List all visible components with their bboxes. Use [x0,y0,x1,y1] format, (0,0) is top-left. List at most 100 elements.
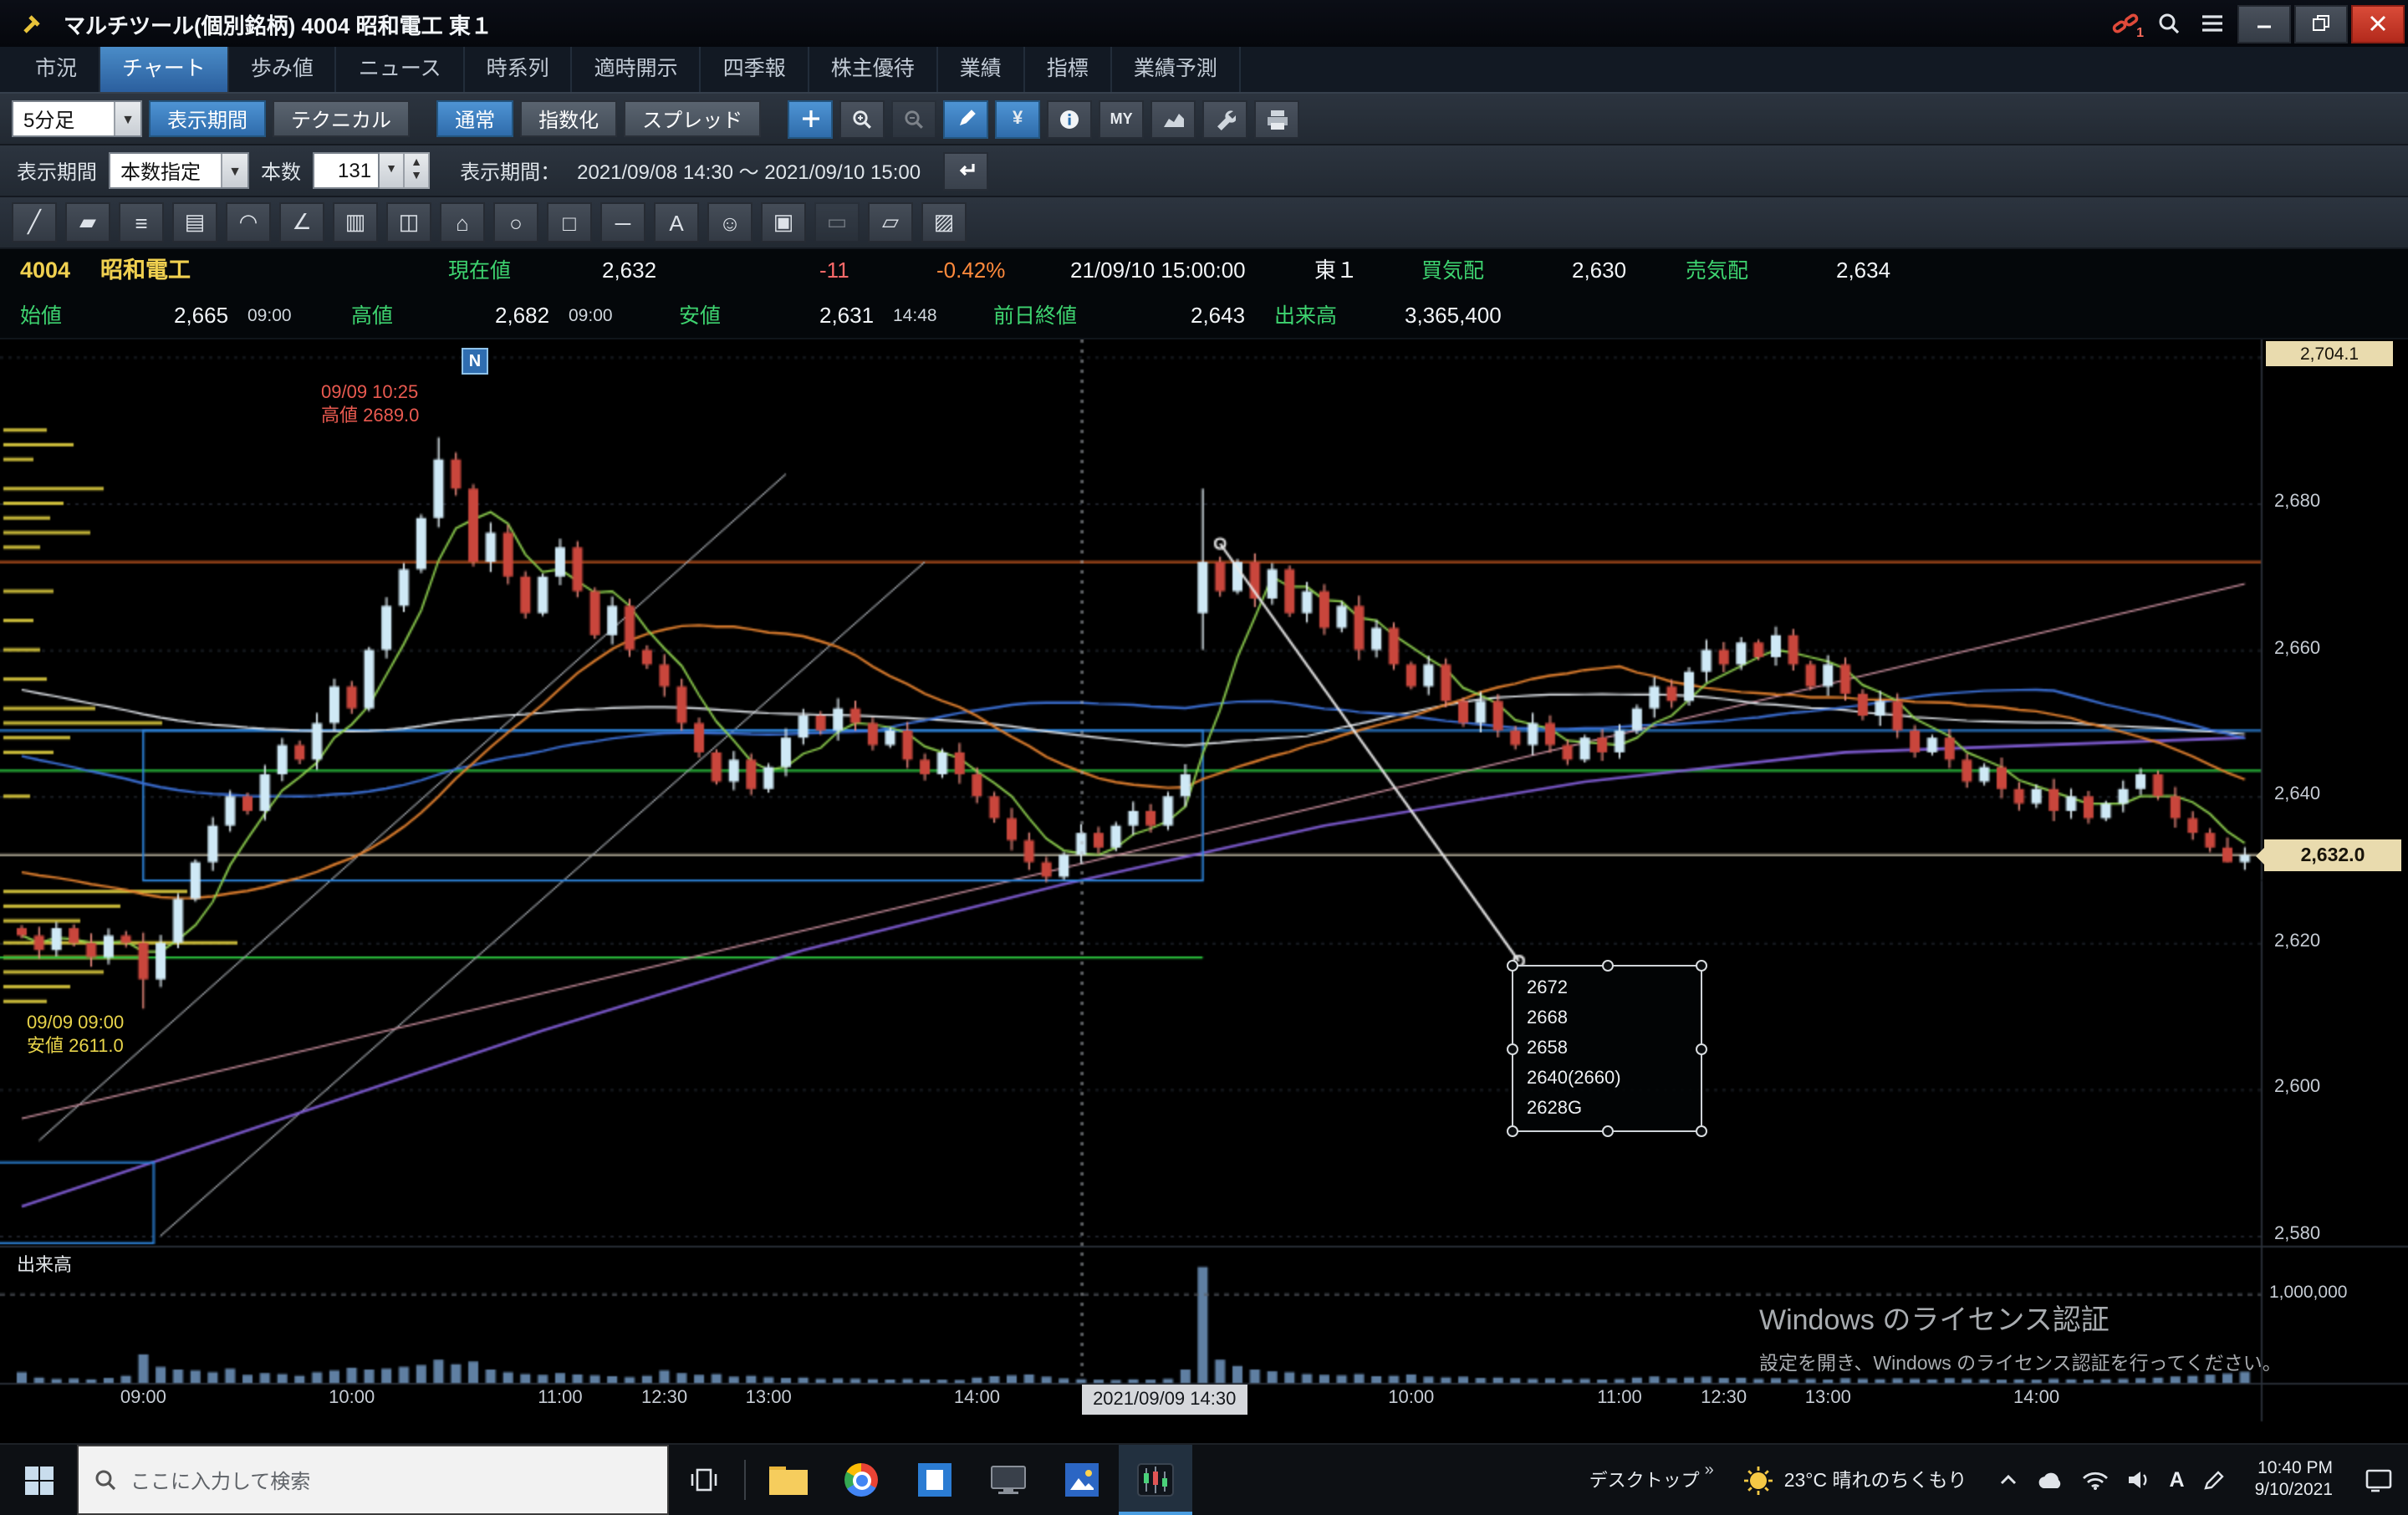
marker-pen-tool-button[interactable]: ▰ [65,202,110,242]
tab-earnings[interactable]: 業績 [938,47,1025,92]
link-badge: 1 [2136,25,2144,40]
stock-name: 昭和電工 [100,249,191,293]
taskbar-clock[interactable]: 10:40 PM 9/10/2021 [2240,1458,2348,1502]
interval-dropdown[interactable]: 5分足 ▼ [12,100,142,137]
interval-value: 5分足 [13,105,114,133]
hidden-icons-chevron[interactable] [1999,1473,2019,1487]
menu-icon[interactable] [2191,5,2234,42]
ellipse-tool-button[interactable]: ○ [493,202,538,242]
taskbar-app-document[interactable] [898,1445,972,1515]
x-axis-label: 14:00 [2013,1388,2059,1408]
count-mode-dropdown[interactable]: 本数指定 ▼ [109,152,249,189]
select-object-tool-button[interactable]: ▭ [814,202,860,242]
weather-widget[interactable]: 23°C 晴れのちくもり [1727,1466,1984,1494]
period-label: 表示期間 [17,156,97,185]
clear-all-tool-button[interactable]: ▨ [921,202,967,242]
taskbar-app-chrome[interactable] [824,1445,898,1515]
x-axis-label: 10:00 [329,1388,375,1408]
drawn-callout-box[interactable]: 2672266826582640(2660)2628G [1512,965,1702,1132]
tab-yutai[interactable]: 株主優待 [809,47,938,92]
rectangle-tool-button[interactable]: □ [547,202,592,242]
bar-count-stepper[interactable]: 131 ▼ ▲▼ [313,152,430,189]
date-text: 9/10/2021 [2255,1480,2333,1502]
start-button[interactable] [0,1445,77,1515]
eraser-tool-button[interactable]: ▱ [868,202,913,242]
tab-news[interactable]: ニュース [337,47,465,92]
tab-chart[interactable]: チャート [100,47,229,92]
technical-button[interactable]: テクニカル [273,100,410,137]
tab-indicator[interactable]: 指標 [1025,47,1112,92]
restore-button[interactable] [2294,4,2348,43]
quote-row-primary: 4004 昭和電工 現在値 2,632 -11 -0.42% 21/09/10 … [0,249,2408,294]
news-marker[interactable]: N [462,348,488,375]
x-axis-label: 11:00 [1597,1388,1641,1408]
main-tab-bar: 市況チャート歩み値ニュース時系列適時開示四季報株主優待業績指標業績予測 [0,47,2408,94]
area-chart-icon[interactable] [1150,99,1196,138]
polygon-tool-button[interactable]: ⌂ [440,202,485,242]
price-chart-canvas[interactable] [0,339,2408,1443]
tab-market[interactable]: 市況 [13,47,100,92]
desktop-toolbar[interactable]: デスクトップ » [1576,1445,1727,1515]
indexed-mode-button[interactable]: 指数化 [520,100,617,137]
display-period-button[interactable]: 表示期間 [149,100,266,137]
search-placeholder: ここに入力して検索 [130,1466,310,1494]
tab-shikiho[interactable]: 四季報 [701,47,809,92]
zoom-out-icon[interactable] [891,99,936,138]
copy-object-tool-button[interactable]: ▣ [761,202,806,242]
tab-disclosure[interactable]: 適時開示 [573,47,701,92]
spread-mode-button[interactable]: スプレッド [624,100,761,137]
link-icon[interactable]: 1 [2104,5,2147,42]
monitor-icon [990,1465,1027,1495]
x-axis-label: 12:30 [1701,1388,1747,1408]
normal-mode-button[interactable]: 通常 [436,100,513,137]
parallel-lines-tool-button[interactable]: ◫ [386,202,431,242]
pencil-draw-icon[interactable] [943,99,988,138]
tab-forecast[interactable]: 業績予測 [1112,47,1241,92]
fib-retracement-tool-button[interactable]: ≡ [119,202,164,242]
quote-row-secondary: 始値 2,665 09:00 高値 2,682 09:00 安値 2,631 1… [0,294,2408,339]
sun-icon [1744,1466,1773,1494]
horizontal-line-tool-button[interactable]: ─ [600,202,645,242]
chevron-down-icon[interactable]: ▼ [380,152,405,189]
action-center-button[interactable] [2348,1445,2408,1515]
my-chart-button[interactable]: MY [1099,99,1144,138]
crosshair-date-tooltip: 2021/09/09 14:30 [1081,1385,1247,1415]
info-icon[interactable] [1047,99,1092,138]
bar-count-value[interactable]: 131 [313,152,380,189]
yen-price-icon[interactable]: ¥ [995,99,1040,138]
callout-line: 2668 [1527,1003,1687,1033]
x-axis-label: 13:00 [746,1388,792,1408]
taskbar-search-input[interactable]: ここに入力して検索 [77,1445,669,1515]
vertical-lines-tool-button[interactable]: ▥ [333,202,378,242]
task-view-button[interactable] [669,1445,739,1515]
axis-top-price-tag: 2,704.1 [2266,341,2393,366]
chart-region: N 09/09 10:25高値 2689.0 09/09 09:00安値 261… [0,339,2408,1443]
tab-ayumine[interactable]: 歩み値 [229,47,337,92]
cloud-icon[interactable] [2038,1471,2064,1489]
icon-stamp-tool-button[interactable]: ☺ [707,202,752,242]
stepper-arrows[interactable]: ▲▼ [405,152,430,189]
trend-angle-tool-button[interactable]: ∠ [279,202,324,242]
taskbar-app-remote-display[interactable] [972,1445,1045,1515]
diagonal-line-tool-button[interactable]: ╱ [12,202,57,242]
taskbar-app-file-explorer[interactable] [751,1445,824,1515]
zoom-in-icon[interactable] [839,99,885,138]
close-button[interactable] [2351,4,2405,43]
taskbar-app-trading-tool-active[interactable] [1119,1445,1192,1515]
taskbar-app-photos[interactable] [1045,1445,1119,1515]
crosshair-add-icon[interactable] [788,99,833,138]
pen-icon[interactable] [2203,1469,2225,1491]
gann-lines-tool-button[interactable]: ▤ [172,202,217,242]
wifi-icon[interactable] [2083,1470,2110,1490]
print-icon[interactable] [1254,99,1299,138]
settings-wrench-icon[interactable] [1202,99,1247,138]
minimize-button[interactable] [2237,4,2291,43]
speaker-icon[interactable] [2128,1470,2151,1490]
ime-indicator[interactable]: A [2170,1468,2185,1492]
tab-timeseries[interactable]: 時系列 [465,47,573,92]
fib-arc-tool-button[interactable]: ◠ [226,202,271,242]
reset-return-icon[interactable] [942,151,987,190]
text-tool-button[interactable]: A [654,202,699,242]
callout-line: 2640(2660) [1527,1064,1687,1094]
search-icon[interactable] [2147,5,2191,42]
